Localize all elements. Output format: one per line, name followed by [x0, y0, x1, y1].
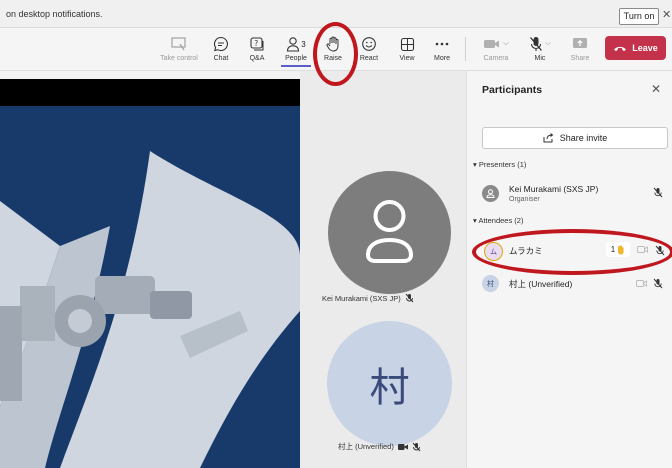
meeting-toolbar: Take control Chat ? Q&A 3 People Raise R… — [0, 28, 672, 71]
take-control-icon — [160, 35, 198, 53]
turn-on-button[interactable]: Turn on — [619, 8, 659, 25]
leave-button[interactable]: Leave — [605, 36, 666, 60]
attendees-section-header[interactable]: ▾ Attendees (2) — [473, 216, 523, 225]
chevron-down-icon: ⌵ — [503, 40, 509, 47]
person-icon — [486, 189, 495, 198]
avatar[interactable]: 村 — [327, 321, 452, 446]
share-screen-icon — [561, 35, 599, 53]
react-button[interactable]: React — [350, 30, 388, 68]
participant-name: 村上 (Unverified) — [338, 442, 394, 451]
share-invite-button[interactable]: Share invite — [482, 127, 668, 149]
grid-icon — [388, 35, 426, 53]
hand-icon — [314, 35, 352, 53]
raise-hand-button[interactable]: Raise — [314, 30, 352, 68]
phone-icon — [614, 46, 627, 52]
mic-off-icon — [653, 278, 663, 289]
qa-button[interactable]: ? Q&A — [238, 30, 276, 68]
more-icon — [423, 35, 461, 53]
participant-name[interactable]: Kei Murakami (SXS JP) — [509, 184, 598, 194]
raised-hand-badge: 1 — [606, 242, 630, 257]
people-active-indicator — [281, 65, 311, 67]
panel-title: Participants — [482, 84, 543, 96]
more-button[interactable]: More — [423, 30, 461, 68]
camera-label: Camera — [483, 55, 509, 62]
mic-off-icon — [655, 245, 665, 256]
toolbar-divider — [465, 37, 466, 61]
participant-name[interactable]: 村上 (Unverified) — [509, 278, 572, 290]
close-icon[interactable]: ✕ — [651, 82, 661, 96]
camera-off-icon: ⌵ — [477, 35, 515, 53]
raised-hand-icon — [618, 244, 624, 254]
chat-icon — [202, 35, 240, 53]
presenters-label: Presenters (1) — [478, 160, 527, 169]
avatar: ム — [484, 242, 503, 261]
chat-button[interactable]: Chat — [202, 30, 240, 68]
avatar-initial: ム — [490, 248, 497, 256]
content-top-bar — [0, 79, 300, 106]
qa-icon: ? — [238, 35, 276, 53]
avatar[interactable] — [328, 171, 451, 294]
participant-name: Kei Murakami (SXS JP) — [322, 293, 401, 303]
shared-content-stage — [0, 71, 300, 468]
mic-off-icon: ⌵ — [521, 35, 559, 53]
participants-panel: Participants ✕ Share invite ▾ Presenters… — [466, 71, 672, 468]
mic-off-icon — [405, 293, 414, 303]
mic-off-icon — [412, 442, 421, 451]
mic-button[interactable]: ⌵ Mic — [521, 30, 559, 68]
presenters-section-header[interactable]: ▾ Presenters (1) — [473, 160, 526, 169]
avatar: 村 — [482, 275, 499, 292]
avatar — [482, 185, 499, 202]
share-label: Share — [570, 55, 590, 62]
notification-bar: on desktop notifications. Turn on ✕ — [0, 0, 672, 28]
video-tiles: Kei Murakami (SXS JP) 村 村上 (Unverified) — [300, 71, 466, 468]
camera-button[interactable]: ⌵ Camera — [477, 30, 515, 68]
leave-label: Leave — [632, 43, 658, 53]
smiley-icon — [350, 35, 388, 53]
participant-role: Organiser — [509, 196, 540, 203]
take-control-button[interactable]: Take control — [160, 30, 198, 68]
tile-name-label: Kei Murakami (SXS JP) — [322, 293, 414, 303]
people-icon: 3 — [277, 35, 315, 53]
hand-count: 1 — [610, 245, 616, 254]
person-icon — [365, 200, 414, 263]
avatar-initial: 村 — [369, 364, 410, 411]
people-button[interactable]: 3 People — [277, 30, 315, 68]
share-icon — [543, 133, 554, 143]
mic-off-icon — [653, 187, 663, 198]
attendees-label: Attendees (2) — [478, 216, 524, 225]
svg-text:?: ? — [254, 39, 258, 48]
shared-image — [0, 106, 300, 468]
share-invite-label: Share invite — [559, 133, 608, 143]
people-count: 3 — [301, 39, 306, 49]
participant-name[interactable]: ムラカミ — [509, 245, 543, 257]
tile-name-label: 村上 (Unverified) — [338, 441, 421, 452]
close-icon[interactable]: ✕ — [662, 8, 671, 21]
share-button[interactable]: Share — [561, 30, 599, 68]
camera-icon — [397, 443, 408, 450]
view-button[interactable]: View — [388, 30, 426, 68]
camera-off-icon — [637, 246, 648, 253]
camera-off-icon — [636, 280, 647, 287]
avatar-initial: 村 — [487, 280, 494, 288]
notification-text: on desktop notifications. — [6, 9, 103, 19]
more-label: More — [434, 55, 450, 62]
chevron-down-icon: ⌵ — [545, 40, 551, 47]
